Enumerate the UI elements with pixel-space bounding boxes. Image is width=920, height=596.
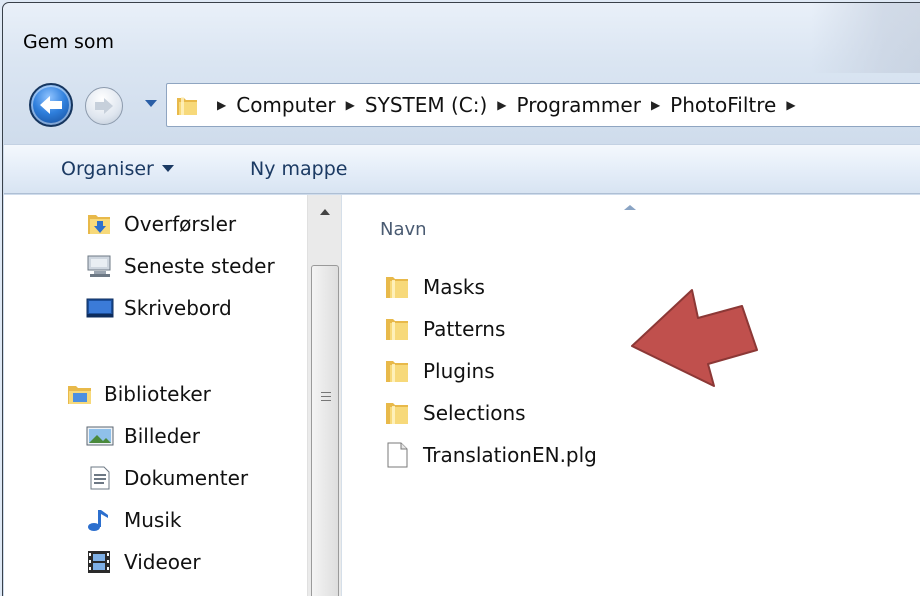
music-icon: [88, 510, 108, 531]
file-name: Selections: [423, 401, 526, 425]
nav-item-label: Musik: [124, 508, 182, 532]
column-header-name[interactable]: Navn: [380, 219, 427, 240]
nav-item-label: Dokumenter: [124, 466, 249, 490]
desktop-icon: [86, 298, 114, 318]
nav-item-label: Billeder: [124, 424, 200, 448]
documents-icon: [90, 466, 110, 490]
chevron-right-icon[interactable]: ▶: [217, 98, 226, 112]
chevron-right-icon[interactable]: ▶: [651, 98, 660, 112]
libraries-icon: [68, 386, 91, 404]
save-as-dialog: Gem som ▶ Computer ▶ SYSTEM (C:) ▶ Progr…: [2, 2, 920, 596]
nav-item-label: Biblioteker: [104, 382, 211, 406]
grip-line: [321, 396, 331, 397]
navigation-scrollbar[interactable]: [307, 195, 341, 596]
nav-item-documents[interactable]: Dokumenter: [86, 461, 248, 495]
breadcrumb-item[interactable]: SYSTEM (C:): [365, 93, 487, 117]
window-glass: [811, 3, 920, 73]
nav-item-libraries[interactable]: Biblioteker: [66, 377, 211, 411]
organise-button[interactable]: Organiser: [61, 158, 174, 180]
window-title: Gem som: [23, 31, 114, 53]
forward-arrow-icon: [95, 98, 113, 114]
nav-item-music[interactable]: Musik: [86, 503, 182, 537]
file-icon: [387, 442, 408, 468]
new-folder-button[interactable]: Ny mappe: [250, 158, 347, 180]
organise-label: Organiser: [61, 158, 154, 180]
address-bar[interactable]: ▶ Computer ▶ SYSTEM (C:) ▶ Programmer ▶ …: [166, 83, 920, 127]
file-name: Patterns: [423, 317, 506, 341]
breadcrumb: ▶ Computer ▶ SYSTEM (C:) ▶ Programmer ▶ …: [207, 84, 806, 126]
file-name: TranslationEN.plg: [423, 443, 597, 467]
chevron-right-icon[interactable]: ▶: [346, 98, 355, 112]
sort-ascending-icon: [624, 205, 636, 210]
scroll-up-icon[interactable]: [320, 209, 330, 215]
grip-line: [321, 400, 331, 401]
caret-down-icon: [161, 165, 174, 172]
forward-button[interactable]: [85, 87, 123, 125]
folder-icon: [386, 361, 408, 382]
list-item[interactable]: Selections: [384, 395, 526, 431]
back-button[interactable]: [29, 83, 73, 127]
dialog-content: Overførsler Seneste steder Skrivebord Bi…: [4, 195, 920, 596]
breadcrumb-item[interactable]: Computer: [236, 93, 335, 117]
folder-icon: [386, 277, 408, 298]
nav-item-videos[interactable]: Videoer: [86, 545, 201, 579]
chevron-right-icon[interactable]: ▶: [786, 98, 795, 112]
nav-item-downloads[interactable]: Overførsler: [86, 207, 236, 241]
command-bar: Organiser Ny mappe: [4, 144, 920, 194]
nav-item-label: Seneste steder: [124, 254, 275, 278]
scroll-thumb[interactable]: [311, 265, 339, 596]
list-item[interactable]: Patterns: [384, 311, 505, 347]
nav-item-label: Overførsler: [124, 212, 237, 236]
videos-icon: [88, 551, 110, 573]
folder-icon: [177, 97, 197, 115]
file-name: Masks: [423, 275, 485, 299]
folder-icon: [386, 319, 408, 340]
chevron-right-icon[interactable]: ▶: [497, 98, 506, 112]
list-item[interactable]: TranslationEN.plg: [384, 437, 597, 473]
file-list: Navn Masks Patterns Plugins Selections T…: [344, 195, 920, 596]
navigation-pane: Overførsler Seneste steder Skrivebord Bi…: [4, 195, 342, 596]
breadcrumb-item[interactable]: PhotoFiltre: [670, 93, 776, 117]
nav-item-pictures[interactable]: Billeder: [86, 419, 200, 453]
folder-icon: [386, 403, 408, 424]
nav-item-label: Videoer: [124, 550, 201, 574]
breadcrumb-item[interactable]: Programmer: [517, 93, 641, 117]
nav-item-desktop[interactable]: Skrivebord: [86, 291, 232, 325]
file-name: Plugins: [423, 359, 495, 383]
list-item[interactable]: Plugins: [384, 353, 495, 389]
pictures-icon: [86, 426, 114, 446]
nav-item-label: Skrivebord: [124, 296, 232, 320]
grip-line: [321, 392, 331, 393]
recent-locations-dropdown[interactable]: [145, 100, 157, 107]
callout-arrow-icon: [631, 289, 758, 387]
back-arrow-icon: [40, 96, 62, 114]
recent-places-icon: [87, 255, 111, 277]
downloads-folder-icon: [88, 215, 110, 234]
list-item[interactable]: Masks: [384, 269, 485, 305]
nav-item-recent-places[interactable]: Seneste steder: [86, 249, 275, 283]
